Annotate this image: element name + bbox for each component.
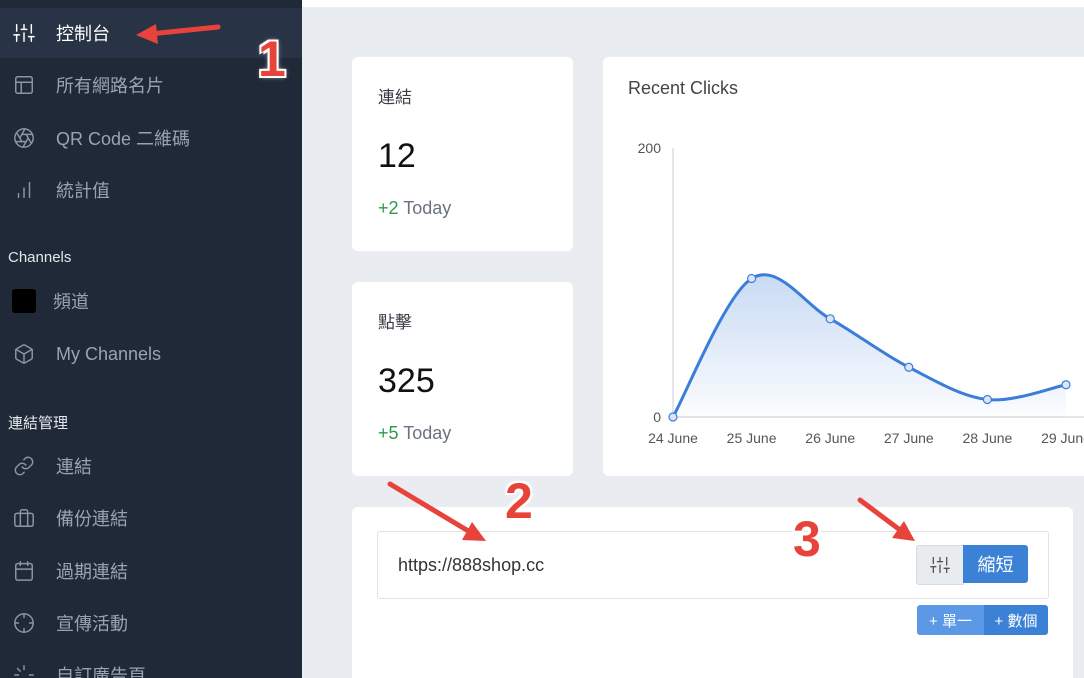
options-button[interactable] [916, 545, 964, 585]
calendar-icon [12, 559, 36, 583]
links-stat-card: 連結 12 +2 Today [352, 57, 573, 251]
clicks-stat-card: 點擊 325 +5 Today [352, 282, 573, 476]
stat-delta: +2 Today [378, 198, 451, 219]
section-title-link-management: 連結管理 [8, 415, 69, 432]
sidebar-item-label: 控制台 [56, 24, 110, 44]
x-tick-label-4: 28 June [962, 430, 1012, 446]
box-icon [12, 342, 36, 366]
data-point-2 [825, 314, 835, 324]
x-tick-label-5: 29 June [1041, 430, 1084, 446]
shortener-panel: 縮短 + 單一 + 數個 [352, 507, 1073, 678]
annotation-number-1: 1 [258, 31, 286, 87]
sliders-icon [930, 556, 950, 574]
data-point-1 [747, 273, 757, 284]
aperture-icon [12, 126, 36, 150]
y-tick-label-1: 200 [638, 140, 662, 156]
shorten-button[interactable]: 縮短 [963, 545, 1028, 583]
stat-value: 325 [378, 362, 435, 400]
briefcase-icon [12, 506, 36, 530]
sidebar-item-label: 連結 [56, 457, 92, 477]
sidebar-item-my-channels[interactable]: My Channels [0, 329, 302, 379]
y-tick-label-0: 0 [653, 409, 661, 425]
annotation-number-2: 2 [505, 473, 533, 529]
series-area [673, 274, 1066, 417]
sidebar-item-links[interactable]: 連結 [0, 441, 302, 491]
top-bar [302, 0, 1084, 7]
sidebar-item-label: 統計值 [56, 181, 110, 201]
data-point-4 [982, 394, 992, 405]
layout-icon [12, 73, 36, 97]
data-point-3 [904, 362, 914, 372]
loader-icon [12, 663, 36, 678]
sidebar-item-label: My Channels [56, 343, 162, 364]
x-tick-label-3: 27 June [884, 430, 934, 446]
sidebar-item-backup-links[interactable]: 備份連結 [0, 493, 302, 543]
x-tick-label-1: 25 June [727, 430, 777, 446]
sliders-icon [12, 21, 36, 45]
sidebar-item-custom-ad-page[interactable]: 自訂廣告頁 [0, 650, 302, 678]
x-tick-label-0: 24 June [648, 430, 698, 446]
data-point-0 [668, 412, 678, 422]
black-square-icon [12, 289, 36, 313]
recent-clicks-chart: 0 200 24 June 25 June 26 June 27 June 28 June 2… [638, 140, 1084, 446]
recent-clicks-card: Recent Clicks 0 200 24 June 25 June 26 June 2… [603, 57, 1084, 476]
stat-delta-value: +2 [378, 198, 399, 218]
sidebar-item-expired-links[interactable]: 過期連結 [0, 546, 302, 596]
multiple-mode-button[interactable]: + 數個 [984, 605, 1048, 635]
sidebar: 控制台 所有網路名片 QR Code 二維碼 統計值 Channels 頻道 M… [0, 0, 302, 678]
stat-value: 12 [378, 137, 416, 175]
sidebar-item-label: 宣傳活動 [56, 614, 128, 634]
sidebar-item-statistics[interactable]: 統計值 [0, 165, 302, 215]
sidebar-item-label: 所有網路名片 [56, 76, 164, 96]
single-mode-button[interactable]: + 單一 [917, 605, 984, 635]
sidebar-item-campaigns[interactable]: 宣傳活動 [0, 598, 302, 648]
sidebar-item-label: 自訂廣告頁 [56, 666, 146, 678]
link-icon [12, 454, 36, 478]
stat-delta-suffix: Today [403, 198, 452, 218]
sidebar-item-label: QR Code 二維碼 [56, 129, 191, 149]
url-input-group: 縮短 [377, 531, 1049, 599]
x-tick-label-2: 26 June [805, 430, 855, 446]
section-title-channels: Channels [8, 249, 72, 266]
stat-title: 點擊 [378, 313, 412, 332]
stat-delta-value: +5 [378, 423, 399, 443]
data-point-5 [1061, 380, 1071, 390]
sidebar-item-all-cards[interactable]: 所有網路名片 [0, 60, 302, 110]
stat-title: 連結 [378, 88, 412, 107]
stat-delta-suffix: Today [403, 423, 452, 443]
sidebar-item-qr-code[interactable]: QR Code 二維碼 [0, 113, 302, 163]
annotation-number-3: 3 [793, 511, 821, 567]
sidebar-item-label: 過期連結 [56, 562, 128, 582]
sidebar-item-channel[interactable]: 頻道 [0, 276, 302, 326]
stat-delta: +5 Today [378, 423, 451, 444]
sidebar-item-dashboard[interactable]: 控制台 [0, 8, 302, 58]
sidebar-item-label: 備份連結 [56, 509, 128, 529]
bar-chart-icon [12, 178, 36, 202]
crosshair-icon [12, 611, 36, 635]
sidebar-item-label: 頻道 [53, 292, 89, 312]
